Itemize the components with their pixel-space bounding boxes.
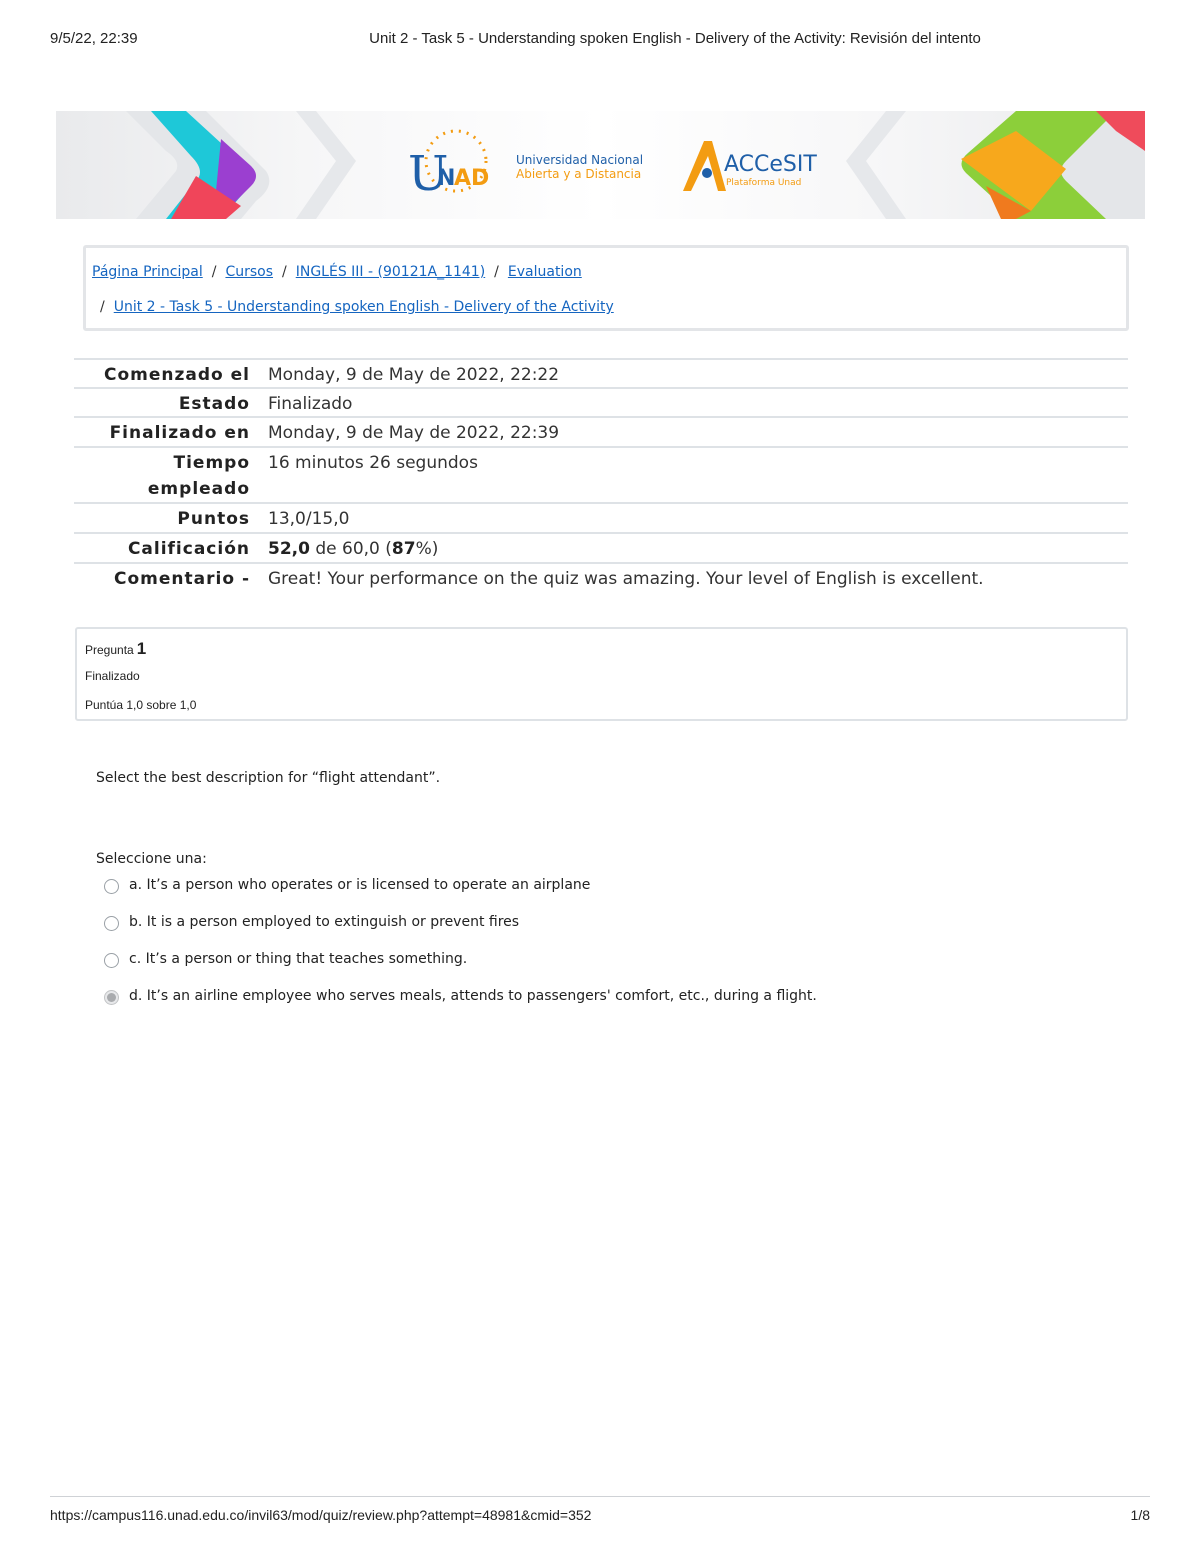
points-label: Puntos xyxy=(177,509,250,529)
question-info: Pregunta 1 Finalizado Puntúa 1,0 sobre 1,… xyxy=(75,627,1128,721)
header-banner: U N AD Universidad Nacional Abierta y a … xyxy=(56,111,1145,219)
breadcrumb-separator: / xyxy=(100,299,105,315)
question-label: Pregunta xyxy=(85,643,134,657)
breadcrumb-separator: / xyxy=(282,264,287,280)
points-value: 13,0/15,0 xyxy=(268,509,350,529)
started-value: Monday, 9 de May de 2022, 22:22 xyxy=(268,365,560,385)
breadcrumb-row-1: Página Principal / Cursos / INGLÉS III - (90… xyxy=(92,264,582,280)
summary-row-points: Puntos 13,0/15,0 xyxy=(74,504,1128,534)
time-label: Tiempo empleado xyxy=(74,448,250,502)
answer-label-d: d. It’s an airline employee who serves m… xyxy=(129,988,817,1004)
summary-row-finished: Finalizado en Monday, 9 de May de 2022, … xyxy=(74,418,1128,448)
unad-name-line2: Abierta y a Distancia xyxy=(516,167,641,181)
grade-percent: 87 xyxy=(391,539,416,559)
breadcrumb-activity-link[interactable]: Unit 2 - Task 5 - Understanding spoken E… xyxy=(114,299,614,315)
print-url: https://campus116.unad.edu.co/invil63/mo… xyxy=(50,1507,592,1523)
time-label-line1: Tiempo xyxy=(173,453,250,473)
accesit-logo-a xyxy=(683,141,726,191)
accesit-logo-text: ACCeSIT xyxy=(724,152,817,177)
grade-value: 52,0 de 60,0 (87%) xyxy=(250,534,438,562)
answer-radio-b[interactable] xyxy=(104,916,119,931)
time-label-line2: empleado xyxy=(147,479,250,499)
breadcrumb-home-link[interactable]: Página Principal xyxy=(92,264,203,280)
grade-close: %) xyxy=(415,539,439,559)
banner-left-chevron xyxy=(296,111,356,219)
comment-value: Great! Your performance on the quiz was … xyxy=(268,569,984,589)
question-grade: Puntúa 1,0 sobre 1,0 xyxy=(85,698,197,712)
state-value: Finalizado xyxy=(268,394,353,414)
grade-score: 52,0 xyxy=(268,539,310,559)
unad-logo-n: N xyxy=(437,166,455,191)
question-text: Select the best description for “flight … xyxy=(96,770,441,786)
answer-label-c: c. It’s a person or thing that teaches s… xyxy=(129,951,468,967)
question-number-value: 1 xyxy=(136,639,147,658)
breadcrumb-separator: / xyxy=(494,264,499,280)
finished-value: Monday, 9 de May de 2022, 22:39 xyxy=(268,423,560,443)
attempt-summary-table: Comenzado el Monday, 9 de May de 2022, 2… xyxy=(74,358,1128,594)
print-page-number: 1/8 xyxy=(1130,1507,1150,1523)
question-state: Finalizado xyxy=(85,669,140,683)
comment-label: Comentario - xyxy=(114,569,250,589)
summary-row-grade: Calificación 52,0 de 60,0 (87%) xyxy=(74,534,1128,564)
unad-logo-ad: AD xyxy=(454,166,489,191)
answer-radio-d[interactable] xyxy=(104,990,119,1005)
print-header: 9/5/22, 22:39 Unit 2 - Task 5 - Understa… xyxy=(50,30,1150,50)
unad-logo: U N AD Universidad Nacional Abierta y a … xyxy=(408,129,643,202)
grade-out-of: de 60,0 ( xyxy=(309,539,392,559)
summary-row-time: Tiempo empleado 16 minutos 26 segundos xyxy=(74,448,1128,504)
accesit-logo-dot xyxy=(702,168,712,178)
banner-graphic: U N AD Universidad Nacional Abierta y a … xyxy=(56,111,1145,219)
answer-prompt: Seleccione una: xyxy=(96,851,207,867)
state-label: Estado xyxy=(178,394,250,414)
summary-row-comment: Comentario - Great! Your performance on … xyxy=(74,564,1128,594)
breadcrumb-evaluation-link[interactable]: Evaluation xyxy=(508,264,582,280)
answer-radio-c[interactable] xyxy=(104,953,119,968)
breadcrumb-course-link[interactable]: INGLÉS III - (90121A_1141) xyxy=(296,264,485,280)
breadcrumb-separator: / xyxy=(211,264,217,280)
started-label: Comenzado el xyxy=(104,365,250,385)
answer-label-a: a. It’s a person who operates or is lice… xyxy=(129,877,591,893)
summary-row-started: Comenzado el Monday, 9 de May de 2022, 2… xyxy=(74,360,1128,389)
time-value: 16 minutos 26 segundos xyxy=(268,453,478,473)
print-footer: https://campus116.unad.edu.co/invil63/mo… xyxy=(50,1496,1150,1523)
summary-row-state: Estado Finalizado xyxy=(74,389,1128,418)
accesit-subtitle: Plataforma Unad xyxy=(726,178,801,188)
unad-name-line1: Universidad Nacional xyxy=(516,153,643,167)
answer-radio-a[interactable] xyxy=(104,879,119,894)
breadcrumb-courses-link[interactable]: Cursos xyxy=(225,264,273,280)
question-number: Pregunta 1 xyxy=(85,639,146,659)
banner-right-chevron xyxy=(846,111,906,219)
accesit-logo: ACCeSIT Plataforma Unad xyxy=(683,141,817,191)
breadcrumb: Página Principal / Cursos / INGLÉS III - (90… xyxy=(83,245,1129,331)
print-title: Unit 2 - Task 5 - Understanding spoken E… xyxy=(369,30,981,47)
finished-label: Finalizado en xyxy=(109,423,250,443)
answer-label-b: b. It is a person employed to extinguish… xyxy=(129,914,520,930)
grade-label: Calificación xyxy=(127,539,250,559)
breadcrumb-row-2: / Unit 2 - Task 5 - Understanding spoken … xyxy=(100,299,614,315)
